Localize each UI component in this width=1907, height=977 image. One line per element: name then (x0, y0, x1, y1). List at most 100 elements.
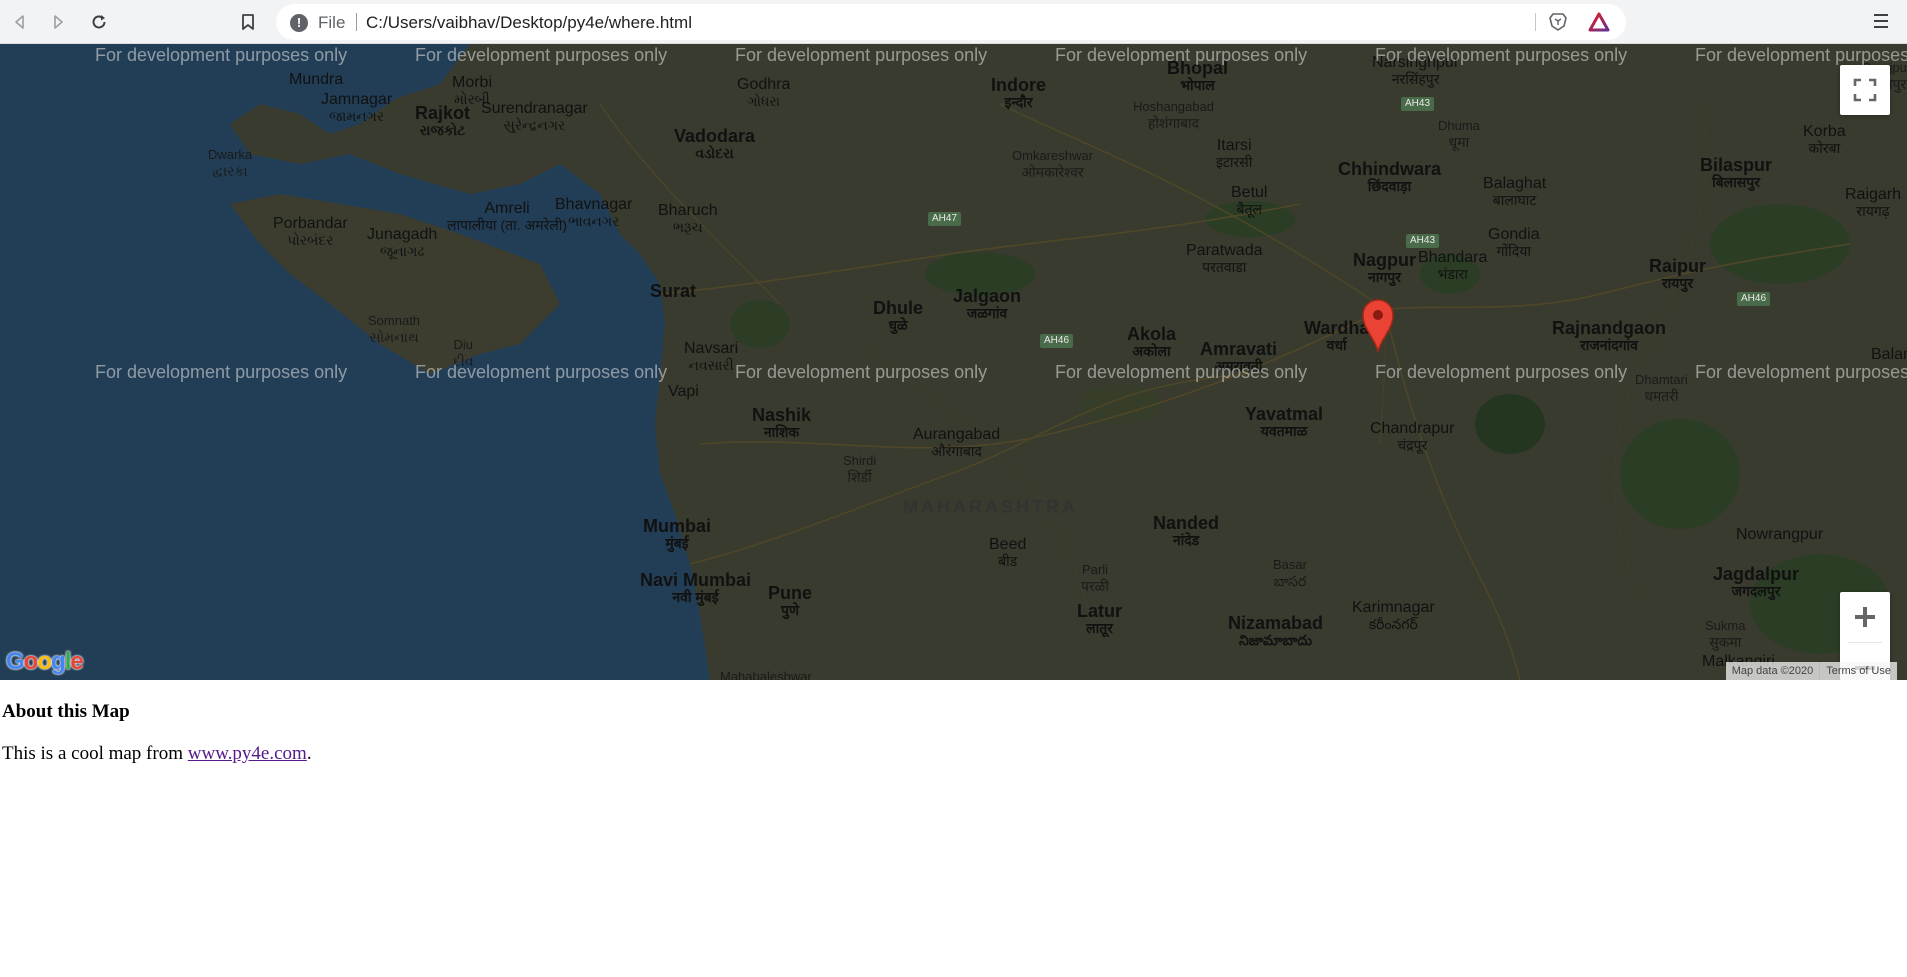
city-nashik: Nashik नाशिक (752, 405, 812, 440)
back-arrow-icon (15, 15, 24, 29)
city-karimnagar: Karimnagar కరీంనగర్ (1352, 599, 1435, 632)
dev-watermark: For development purposes only (735, 362, 988, 382)
city-raipur: Raipur रायपुर (1649, 256, 1707, 291)
city-hoshangabad: Hoshangabad होशंगाबाद (1133, 99, 1214, 131)
logo-letter: e (70, 648, 83, 675)
map-attribution: Map data ©2020 Terms of Use (1725, 662, 1897, 680)
dev-watermark: For development purposes only (1055, 362, 1308, 382)
city-vadodara: Vadodara વડોદરા (674, 126, 756, 161)
url-text[interactable]: C:/Users/vaibhav/Desktop/py4e/where.html (366, 13, 692, 33)
city-nizamabad: Nizamabad నిజామాబాదు (1228, 613, 1324, 648)
about-heading: About this Map (2, 701, 130, 722)
scheme-separator (356, 13, 357, 31)
city-surat: Surat (650, 281, 697, 301)
py4e-link[interactable]: www.py4e.com (188, 743, 307, 764)
city-latur: Latur लातूर (1077, 601, 1122, 636)
about-text-end: . (306, 743, 312, 764)
city-somnath: Somnath સોમનાથ (368, 313, 421, 345)
forward-button[interactable] (44, 8, 72, 36)
forward-arrow-icon (54, 15, 63, 29)
dev-watermark: For development purposes only (415, 45, 668, 65)
dev-watermark: For development purposes only (1375, 362, 1628, 382)
city-navsari: Navsari નવસારી (684, 340, 739, 373)
highway-shield: AH47 (928, 212, 962, 226)
city-navi-mumbai: Navi Mumbai नवी मुंबई (640, 570, 752, 605)
google-logo[interactable]: Google (6, 648, 84, 676)
city-bharuch: Bharuch ભરૂચ (658, 202, 718, 235)
city-nanded: Nanded नांदेड (1153, 513, 1220, 548)
address-bar[interactable]: ! File C:/Users/vaibhav/Desktop/py4e/whe… (276, 4, 1626, 40)
city-jamnagar: Jamnagar જામનગર (321, 91, 393, 124)
dev-watermark: For development purposes only (1055, 45, 1308, 65)
bookmark-button[interactable] (234, 8, 262, 36)
location-marker-icon[interactable] (1360, 297, 1396, 353)
state-label: MAHARASHTRA (903, 497, 1078, 517)
dev-watermark: For development purposes only (95, 362, 348, 382)
address-divider (1535, 13, 1536, 31)
logo-letter: o (23, 648, 39, 675)
city-bhandara: Bhandara भंडारा (1418, 249, 1488, 282)
city-balaghat: Balaghat बालाघाट (1483, 175, 1547, 208)
logo-letter: o (37, 648, 52, 675)
city-omkareshwar: Omkareshwar ओमकारेश्वर (1012, 148, 1093, 180)
city-pune: Pune पुणे (768, 583, 813, 618)
city-betul: Betul बैतूल (1231, 184, 1268, 217)
city-dhule: Dhule धुळे (873, 298, 924, 333)
scheme-label: File (318, 13, 346, 32)
city-jalgaon: Jalgaon जळगांव (953, 286, 1022, 321)
city-balang: Balang (1871, 346, 1907, 363)
reload-icon (92, 15, 106, 29)
about-text: This is a cool map from (2, 743, 188, 764)
city-bilaspur: Bilaspur बिलासपुर (1700, 155, 1773, 190)
menu-icon[interactable] (1870, 10, 1892, 32)
plus-icon (1855, 607, 1875, 627)
fullscreen-button[interactable] (1840, 65, 1890, 115)
dev-watermark: For development purposes only (95, 45, 348, 65)
city-chandrapur: Chandrapur चंद्रपूर (1370, 420, 1455, 453)
city-akola: Akola अकोला (1127, 324, 1177, 359)
logo-letter: G (6, 648, 25, 675)
city-amreli: Amreli लापालीया (ता. अमरेली) (447, 200, 568, 233)
city-jagdalpur: Jagdalpur जगदलपुर (1713, 564, 1800, 599)
city-bhavnagar: Bhavnagar ભાવનગર (555, 196, 633, 229)
city-raigarh: Raigarh रायगढ़ (1845, 186, 1902, 219)
highway-shield: AH43 (1401, 97, 1435, 111)
dev-watermark: For development purposes only (1695, 45, 1907, 65)
brave-shields-icon[interactable] (1548, 12, 1568, 32)
city-vapi: Vapi (668, 383, 699, 400)
google-map[interactable]: Mundra Jamnagar જામનગર Morbi મોરબી Rajkot ર… (0, 44, 1907, 680)
city-porbandar: Porbandar પોરબંદર (273, 215, 348, 248)
terms-of-use-link[interactable]: Terms of Use (1820, 662, 1897, 680)
back-button[interactable] (6, 8, 34, 36)
map-data-label: Map data ©2020 (1725, 662, 1820, 680)
city-korba: Korba कोरबा (1803, 123, 1846, 156)
city-aurangabad: Aurangabad औरंगाबाद (913, 426, 1001, 459)
rewards-triangle-icon[interactable] (1588, 12, 1610, 32)
dev-watermark: For development purposes only (735, 45, 988, 65)
city-gondia: Gondia गोंदिया (1488, 226, 1540, 259)
city-shirdi: Shirdi शिर्डी (843, 453, 877, 485)
city-itarsi: Itarsi इटारसी (1216, 137, 1253, 170)
city-godhra: Godhra ગોધરા (737, 76, 791, 109)
city-mumbai: Mumbai मुंबई (643, 516, 712, 551)
city-nowrangpur: Nowrangpur (1736, 526, 1824, 543)
highway-shield: AH46 (1040, 334, 1074, 348)
city-rajnandgaon: Rajnandgaon राजनांदगांव (1552, 318, 1667, 353)
zoom-in-button[interactable] (1840, 592, 1890, 642)
bookmark-icon (242, 14, 254, 30)
city-nagpur: Nagpur नागपुर (1353, 250, 1416, 285)
dev-watermark: For development purposes only (1695, 362, 1907, 382)
city-dwarka: Dwarka દ્વારકા (208, 147, 253, 179)
city-rajkot: Rajkot રાજકોટ (415, 103, 471, 138)
fullscreen-icon (1853, 78, 1877, 102)
browser-toolbar: ! File C:/Users/vaibhav/Desktop/py4e/whe… (0, 0, 1907, 44)
city-mundra: Mundra (289, 71, 344, 88)
city-indore: Indore इन्दौर (991, 75, 1047, 110)
dev-watermark: For development purposes only (415, 362, 668, 382)
site-info-icon[interactable]: ! (290, 14, 308, 32)
city-junagadh: Junagadh જૂનાગઢ (367, 226, 438, 259)
city-dhamtari: Dhamtari धमतरी (1635, 372, 1688, 404)
city-parli: Parli परळी (1081, 562, 1109, 594)
city-basar: Basar బాసర (1273, 557, 1307, 589)
reload-button[interactable] (85, 8, 113, 36)
